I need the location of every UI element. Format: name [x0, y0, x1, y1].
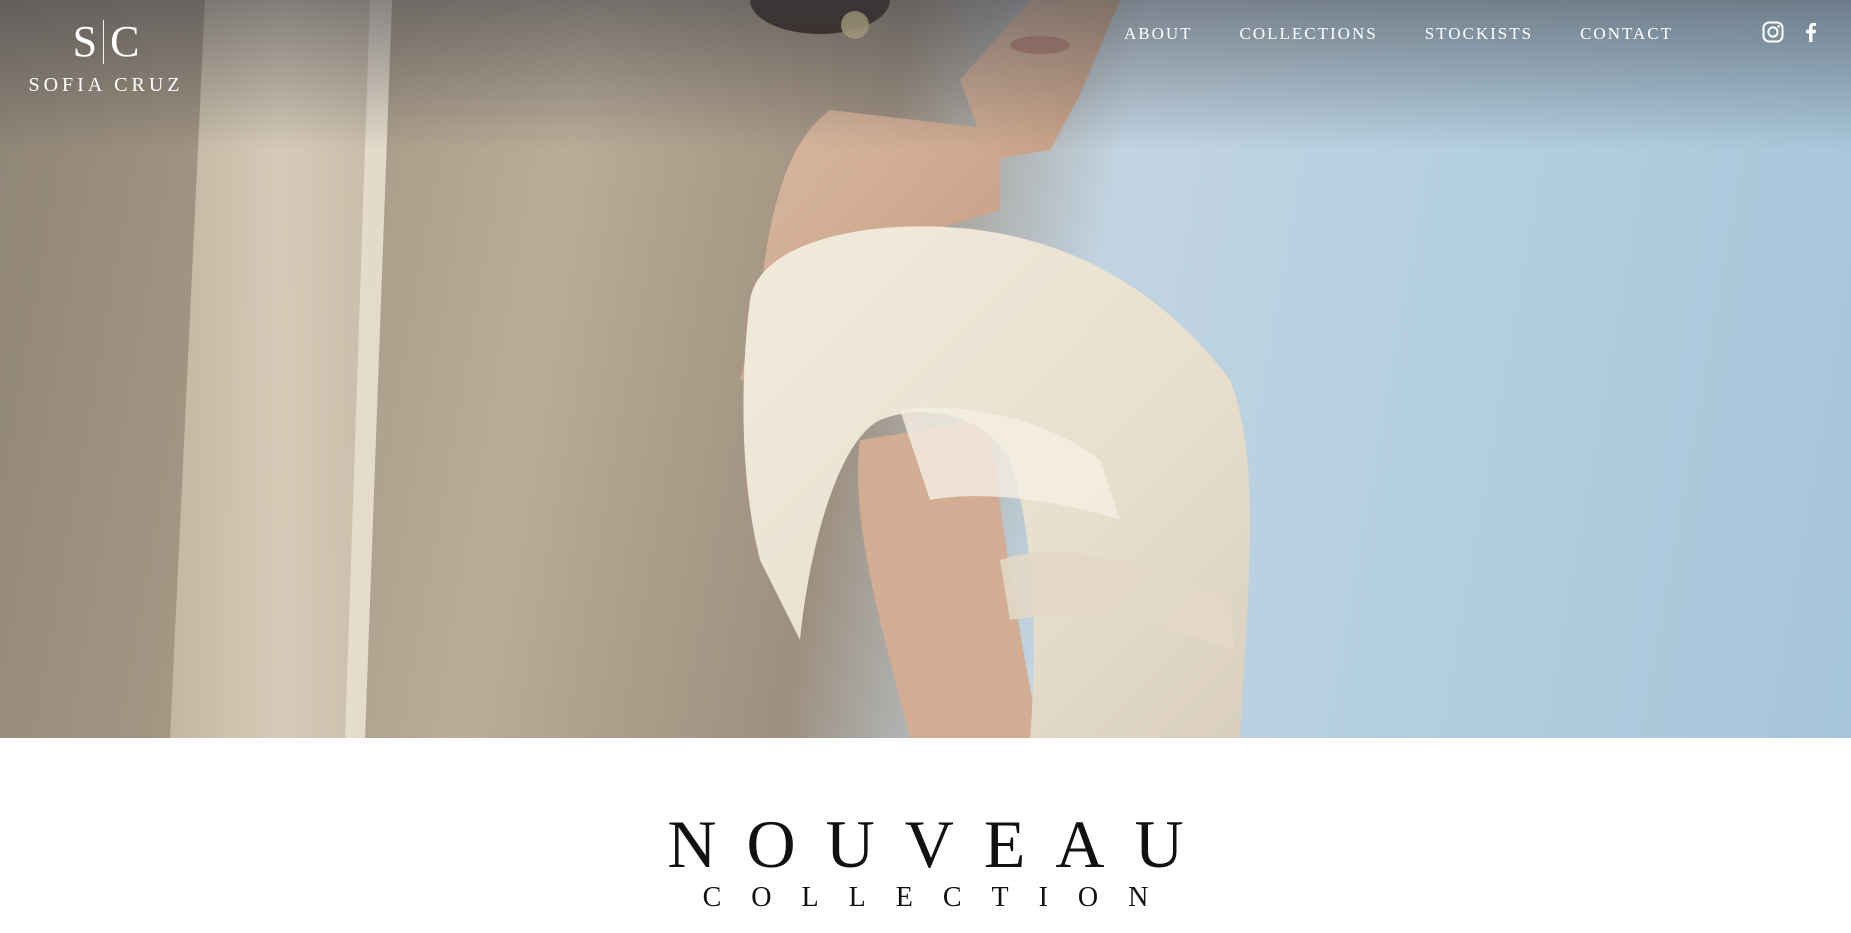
brand-name: SOFIA CRUZ [28, 74, 184, 96]
hero-banner [0, 0, 1851, 738]
collection-title: NOUVEAU [667, 806, 1214, 882]
facebook-icon[interactable] [1799, 20, 1823, 44]
main-nav: ABOUT COLLECTIONS STOCKISTS CONTACT [1124, 22, 1673, 46]
nav-stockists[interactable]: STOCKISTS [1425, 22, 1533, 46]
collection-subtitle: COLLECTION [702, 882, 1179, 913]
instagram-icon[interactable] [1761, 20, 1785, 44]
brand-logo[interactable]: S C SOFIA CRUZ [28, 20, 184, 97]
logo-monogram: S C [28, 20, 184, 64]
page: S C SOFIA CRUZ ABOUT COLLECTIONS STOCKIS… [0, 0, 1851, 933]
collection-heading: NOUVEAU COLLECTION [0, 808, 1851, 914]
social-links [1761, 20, 1823, 44]
logo-divider [103, 20, 105, 64]
nav-about[interactable]: ABOUT [1124, 22, 1193, 46]
logo-monogram-left: S [72, 17, 98, 66]
nav-collections[interactable]: COLLECTIONS [1240, 22, 1378, 46]
nav-contact[interactable]: CONTACT [1580, 22, 1673, 46]
logo-monogram-right: C [110, 17, 140, 66]
